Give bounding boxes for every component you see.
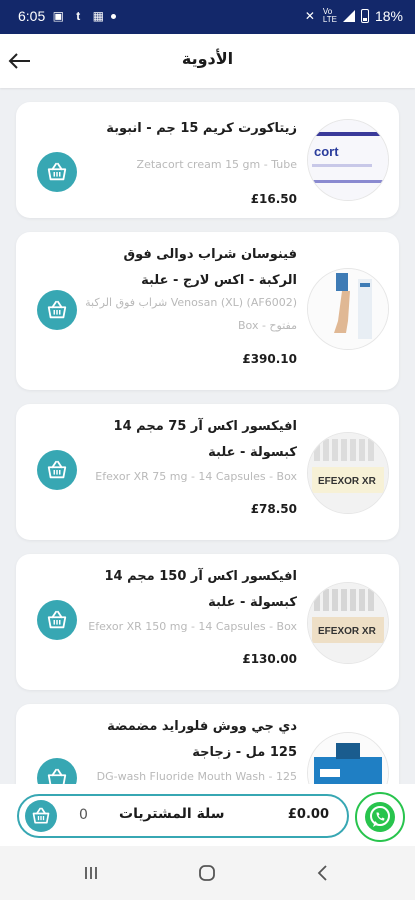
whatsapp-icon [365, 802, 395, 832]
cart-icon-button [25, 800, 57, 832]
product-image: EFEXOR XR [307, 432, 389, 514]
home-icon [199, 865, 215, 881]
cart-bar: 0 سلة المشتريات £0.00 [0, 784, 415, 846]
product-name-en: Venosan (XL) (AF6002) شراب فوق الركبة مف… [85, 296, 297, 332]
system-nav-bar [0, 846, 415, 900]
battery-icon [360, 9, 369, 23]
product-image-label: EFEXOR XR [318, 626, 377, 637]
basket-icon [47, 162, 67, 181]
product-price: £78.50 [250, 502, 297, 516]
product-name-en: Zetacort cream 15 gm - Tube [136, 158, 297, 171]
product-image [307, 732, 389, 788]
product-image-label: cort [314, 144, 339, 159]
product-list[interactable]: cort زيتاكورت كريم 15 جم - انبوبة Zetaco… [0, 88, 415, 788]
product-price: £16.50 [250, 192, 297, 206]
product-price: £130.00 [242, 652, 297, 666]
product-name-ar: فينوسان شراب دوالى فوق الركبة - اكس لارج… [123, 247, 297, 288]
product-card[interactable]: دي جي ووش فلورايد مضمضة 125 مل - زجاجة D… [16, 704, 399, 788]
cart-count: 0 [79, 807, 88, 823]
add-to-cart-button[interactable] [37, 600, 77, 640]
product-card[interactable]: EFEXOR XR افيكسور اكس آر 150 مجم 14 كبسو… [16, 554, 399, 690]
cart-label: سلة المشتريات [119, 806, 225, 822]
cart-button[interactable]: 0 سلة المشتريات £0.00 [17, 794, 349, 838]
product-image-label: EFEXOR XR [318, 476, 377, 487]
basket-icon [47, 300, 67, 319]
notification-dot-icon [111, 13, 117, 19]
product-card[interactable]: EFEXOR XR افيكسور اكس آر 75 مجم 14 كبسول… [16, 404, 399, 540]
product-image [307, 268, 389, 350]
product-name-en: Efexor XR 75 mg - 14 Capsules - Box [95, 470, 297, 483]
product-card[interactable]: cort زيتاكورت كريم 15 جم - انبوبة Zetaco… [16, 102, 399, 218]
chevron-left-icon [317, 865, 327, 881]
product-name-ar: افيكسور اكس آر 75 مجم 14 كبسولة - علبة [113, 419, 297, 460]
product-card[interactable]: فينوسان شراب دوالى فوق الركبة - اكس لارج… [16, 232, 399, 390]
recents-icon [85, 867, 97, 879]
mute-icon: ✕ [304, 9, 315, 23]
tumblr-icon: t [76, 9, 81, 23]
battery-percent: 18% [374, 8, 403, 24]
basket-icon [47, 610, 67, 629]
status-time: 6:05 [18, 8, 46, 24]
system-back-button[interactable] [310, 860, 336, 886]
add-to-cart-button[interactable] [37, 152, 77, 192]
product-name-ar: دي جي ووش فلورايد مضمضة 125 مل - زجاجة [107, 719, 297, 760]
home-button[interactable] [194, 860, 220, 886]
cart-total: £0.00 [287, 807, 329, 822]
add-to-cart-button[interactable] [37, 290, 77, 330]
product-name-ar: زيتاكورت كريم 15 جم - انبوبة [106, 121, 297, 136]
calendar-icon: ▦ [92, 9, 104, 23]
signal-icon [342, 10, 355, 22]
basket-icon [47, 460, 67, 479]
product-image: EFEXOR XR [307, 582, 389, 664]
gallery-icon: ▣ [52, 9, 64, 23]
volte-icon: Vo LTE [322, 7, 337, 24]
page-title: الأدوية [181, 49, 234, 68]
basket-icon [32, 807, 50, 824]
recents-button[interactable] [78, 860, 104, 886]
product-price: £390.10 [242, 352, 297, 366]
status-bar: 6:05 ▣ t ▦ ✕ Vo LTE 18% [0, 0, 415, 34]
whatsapp-button[interactable] [355, 792, 405, 842]
add-to-cart-button[interactable] [37, 450, 77, 490]
app-bar: الأدوية [0, 34, 415, 88]
product-image: cort [307, 119, 389, 201]
product-name-en: Efexor XR 150 mg - 14 Capsules - Box [88, 620, 297, 633]
product-name-ar: افيكسور اكس آر 150 مجم 14 كبسولة - علبة [104, 569, 297, 610]
